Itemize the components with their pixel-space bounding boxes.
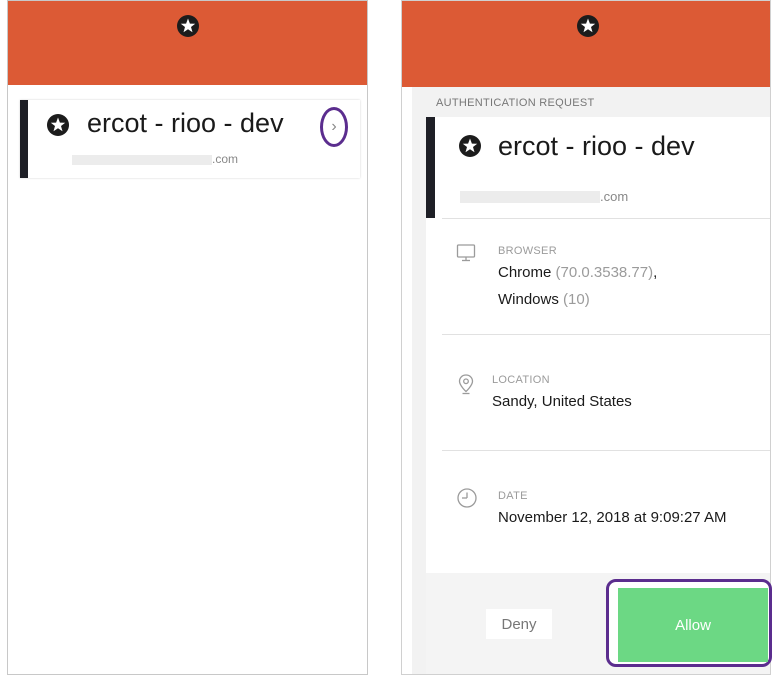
os-name: Windows (498, 291, 559, 308)
chevron-right-icon: › (331, 118, 337, 135)
divider (442, 218, 770, 219)
deny-button[interactable]: Deny (486, 609, 552, 639)
divider (442, 334, 770, 335)
domain-suffix: .com (600, 189, 629, 204)
redacted-domain (72, 155, 212, 165)
open-request-button[interactable]: › (320, 107, 348, 147)
browser-separator: , (653, 264, 658, 281)
section-label: AUTHENTICATION REQUEST (436, 97, 595, 109)
os-version: (10) (563, 291, 590, 308)
allow-button[interactable]: Allow (618, 588, 768, 662)
location-value: Sandy, United States (492, 393, 632, 410)
auth0-shield-icon (175, 13, 201, 39)
monitor-icon (456, 243, 476, 265)
app-header (402, 1, 770, 87)
auth0-shield-icon (575, 13, 601, 39)
browser-value: Chrome (70.0.3538.77), Windows (10) (498, 259, 657, 313)
divider (442, 450, 770, 451)
redacted-domain (460, 191, 600, 203)
clock-icon (456, 487, 477, 509)
tenant-name: ercot - rioo - dev (87, 108, 284, 138)
browser-version: (70.0.3538.77) (555, 264, 654, 281)
date-value: November 12, 2018 at 9:09:27 AM (498, 509, 727, 526)
auth0-shield-icon (458, 134, 482, 158)
date-label: DATE (498, 490, 528, 502)
app-header (8, 1, 367, 85)
browser-label: BROWSER (498, 245, 557, 257)
browser-name: Chrome (498, 264, 552, 281)
tenant-card[interactable]: ercot - rioo - dev .com (20, 100, 360, 178)
auth-details-card: ercot - rioo - dev .com BROWSER Chrome (… (426, 117, 770, 573)
auth-request-screen: AUTHENTICATION REQUEST ercot - rioo - de… (401, 0, 771, 675)
auth0-shield-icon (46, 113, 70, 137)
location-pin-icon (456, 373, 476, 395)
tenant-name: ercot - rioo - dev (498, 131, 695, 161)
location-label: LOCATION (492, 374, 550, 386)
device-list-screen: ercot - rioo - dev .com › (7, 0, 368, 675)
card-accent-bar (426, 117, 435, 218)
domain-suffix: .com (212, 152, 239, 166)
